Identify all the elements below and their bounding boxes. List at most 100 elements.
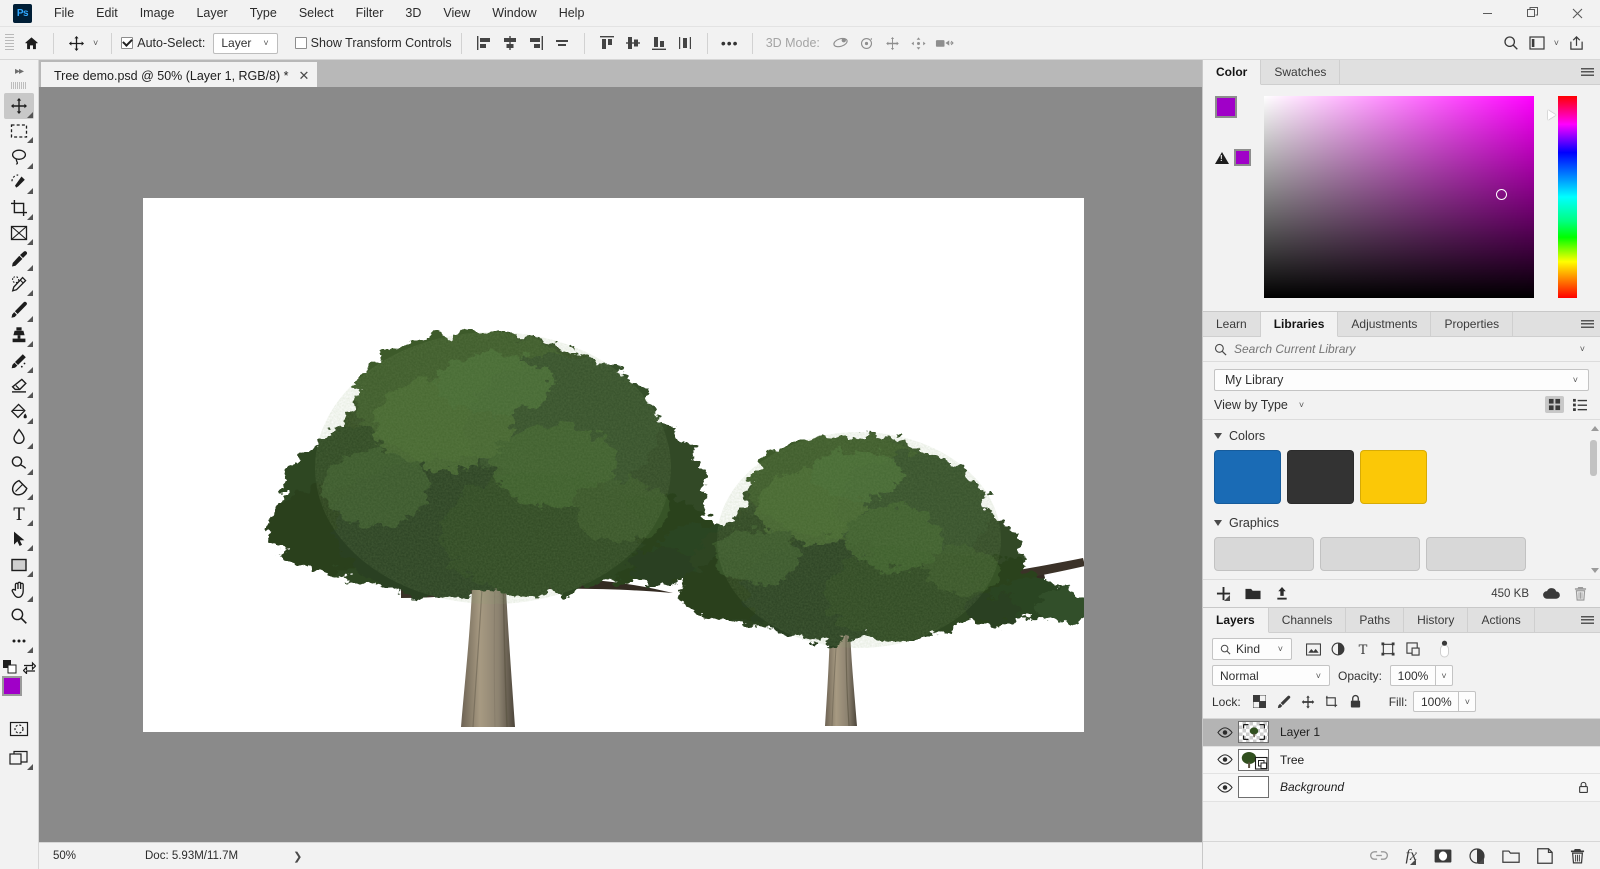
tab-layers[interactable]: Layers: [1203, 608, 1269, 633]
lock-transparent-pixels-icon[interactable]: [1249, 692, 1271, 712]
pen-tool[interactable]: [4, 476, 34, 502]
layer-name[interactable]: Tree: [1280, 753, 1304, 767]
filter-shape-icon[interactable]: [1377, 639, 1399, 660]
close-icon[interactable]: ✕: [299, 69, 310, 82]
zoom-level[interactable]: 50%: [39, 850, 101, 862]
tab-channels[interactable]: Channels: [1268, 608, 1347, 632]
align-left-edges-button[interactable]: [471, 31, 497, 55]
layer-filter-kind-dropdown[interactable]: Kind ˅: [1212, 638, 1292, 660]
auto-select-checkbox[interactable]: [121, 37, 134, 49]
menu-select[interactable]: Select: [288, 0, 345, 27]
horizontal-type-tool[interactable]: T: [4, 501, 34, 527]
hue-slider[interactable]: [1548, 96, 1577, 298]
filter-toggle-icon[interactable]: [1433, 639, 1455, 660]
swap-colors-icon[interactable]: [22, 661, 36, 674]
new-group-icon[interactable]: [1245, 587, 1261, 601]
add-content-icon[interactable]: [1216, 586, 1231, 601]
3d-camera-icon[interactable]: [932, 31, 958, 55]
layer-name[interactable]: Background: [1280, 780, 1344, 794]
chevron-down-icon[interactable]: ˅: [89, 38, 102, 48]
hue-slider-marker[interactable]: [1548, 110, 1556, 120]
lock-artboard-icon[interactable]: [1321, 692, 1343, 712]
spot-healing-brush-tool[interactable]: [4, 272, 34, 298]
gamut-warning-icon[interactable]: [1215, 151, 1229, 164]
maximize-icon[interactable]: [1510, 0, 1555, 27]
scroll-up-arrow-icon[interactable]: [1591, 426, 1599, 431]
rectangle-tool[interactable]: [4, 552, 34, 578]
home-icon[interactable]: [18, 31, 44, 55]
foreground-background-swatches[interactable]: [1215, 96, 1249, 130]
screen-mode-icon[interactable]: [4, 746, 34, 772]
toolbar-collapse-button[interactable]: ▸▸: [0, 60, 38, 82]
document-tab[interactable]: Tree demo.psd @ 50% (Layer 1, RGB/8) * ✕: [41, 62, 318, 87]
more-options-button[interactable]: •••: [717, 31, 743, 55]
panel-menu-icon[interactable]: [1574, 608, 1600, 632]
canvas-area[interactable]: [39, 87, 1202, 842]
menu-edit[interactable]: Edit: [85, 0, 129, 27]
layer-thumbnail[interactable]: [1238, 748, 1269, 771]
new-fill-adjustment-icon[interactable]: [1469, 847, 1485, 864]
library-color-chip[interactable]: [1360, 450, 1427, 504]
align-right-edges-button[interactable]: [523, 31, 549, 55]
panel-menu-icon[interactable]: [1574, 60, 1600, 84]
blur-tool[interactable]: [4, 425, 34, 451]
layer-row-background[interactable]: Background: [1203, 774, 1600, 802]
zoom-tool[interactable]: [4, 603, 34, 629]
filter-adjustment-icon[interactable]: [1327, 639, 1349, 660]
layer-row-tree[interactable]: Tree: [1203, 746, 1600, 774]
lock-all-icon[interactable]: [1345, 692, 1367, 712]
chevron-right-icon[interactable]: ❯: [293, 850, 302, 863]
panel-menu-icon[interactable]: [1574, 312, 1600, 336]
brush-tool[interactable]: [4, 297, 34, 323]
link-layers-icon[interactable]: [1370, 850, 1389, 861]
in-gamut-color-swatch[interactable]: [1234, 149, 1251, 166]
align-top-edges-button[interactable]: [594, 31, 620, 55]
minimize-icon[interactable]: [1465, 0, 1510, 27]
cloud-sync-icon[interactable]: [1542, 587, 1561, 600]
library-graphic-item[interactable]: [1214, 537, 1314, 571]
add-layer-mask-icon[interactable]: [1434, 848, 1452, 863]
add-layer-style-icon[interactable]: fx: [1405, 847, 1417, 865]
upload-icon[interactable]: [1275, 586, 1289, 601]
show-transform-checkbox[interactable]: [294, 37, 307, 49]
tab-paths[interactable]: Paths: [1346, 608, 1405, 632]
3d-slide-icon[interactable]: [906, 31, 932, 55]
search-icon[interactable]: [1498, 31, 1524, 55]
opacity-value[interactable]: 100%: [1390, 665, 1437, 686]
lock-image-pixels-icon[interactable]: [1273, 692, 1295, 712]
library-graphic-item[interactable]: [1426, 537, 1526, 571]
search-input[interactable]: [1234, 342, 1569, 356]
color-spectrum-field[interactable]: [1264, 96, 1534, 298]
tab-properties[interactable]: Properties: [1431, 312, 1514, 336]
eyedropper-tool[interactable]: [4, 246, 34, 272]
fill-stepper-chevron-icon[interactable]: ˅: [1459, 691, 1477, 712]
library-group-colors-header[interactable]: Colors: [1214, 429, 1589, 443]
align-bottom-edges-button[interactable]: [646, 31, 672, 55]
history-brush-tool[interactable]: [4, 348, 34, 374]
align-vertical-centers-button[interactable]: [620, 31, 646, 55]
workspace-icon[interactable]: [1524, 31, 1550, 55]
frame-tool[interactable]: [4, 221, 34, 247]
toolbar-drag-handle[interactable]: [11, 82, 27, 89]
move-tool-icon[interactable]: [63, 31, 89, 55]
color-picker-marker[interactable]: [1496, 189, 1507, 200]
rectangular-marquee-tool[interactable]: [4, 119, 34, 145]
filter-type-icon[interactable]: T: [1352, 639, 1374, 660]
opacity-stepper-chevron-icon[interactable]: ˅: [1436, 665, 1454, 686]
edit-toolbar-button[interactable]: [4, 629, 34, 655]
path-selection-tool[interactable]: [4, 527, 34, 553]
library-scrollbar[interactable]: [1589, 426, 1599, 573]
distribute-vertical-button[interactable]: [672, 31, 698, 55]
chevron-down-icon[interactable]: ˅: [1550, 38, 1563, 48]
menu-filter[interactable]: Filter: [345, 0, 395, 27]
layer-thumbnail[interactable]: [1238, 776, 1269, 799]
layer-thumbnail[interactable]: [1238, 721, 1269, 744]
new-layer-icon[interactable]: [1537, 847, 1553, 864]
layer-visibility-toggle[interactable]: [1212, 754, 1238, 765]
eraser-tool[interactable]: [4, 374, 34, 400]
clone-stamp-tool[interactable]: [4, 323, 34, 349]
new-group-icon[interactable]: [1502, 849, 1520, 863]
crop-tool[interactable]: [4, 195, 34, 221]
layer-visibility-toggle[interactable]: [1212, 782, 1238, 793]
layer-list[interactable]: Layer 1 Tree Background: [1203, 719, 1600, 841]
